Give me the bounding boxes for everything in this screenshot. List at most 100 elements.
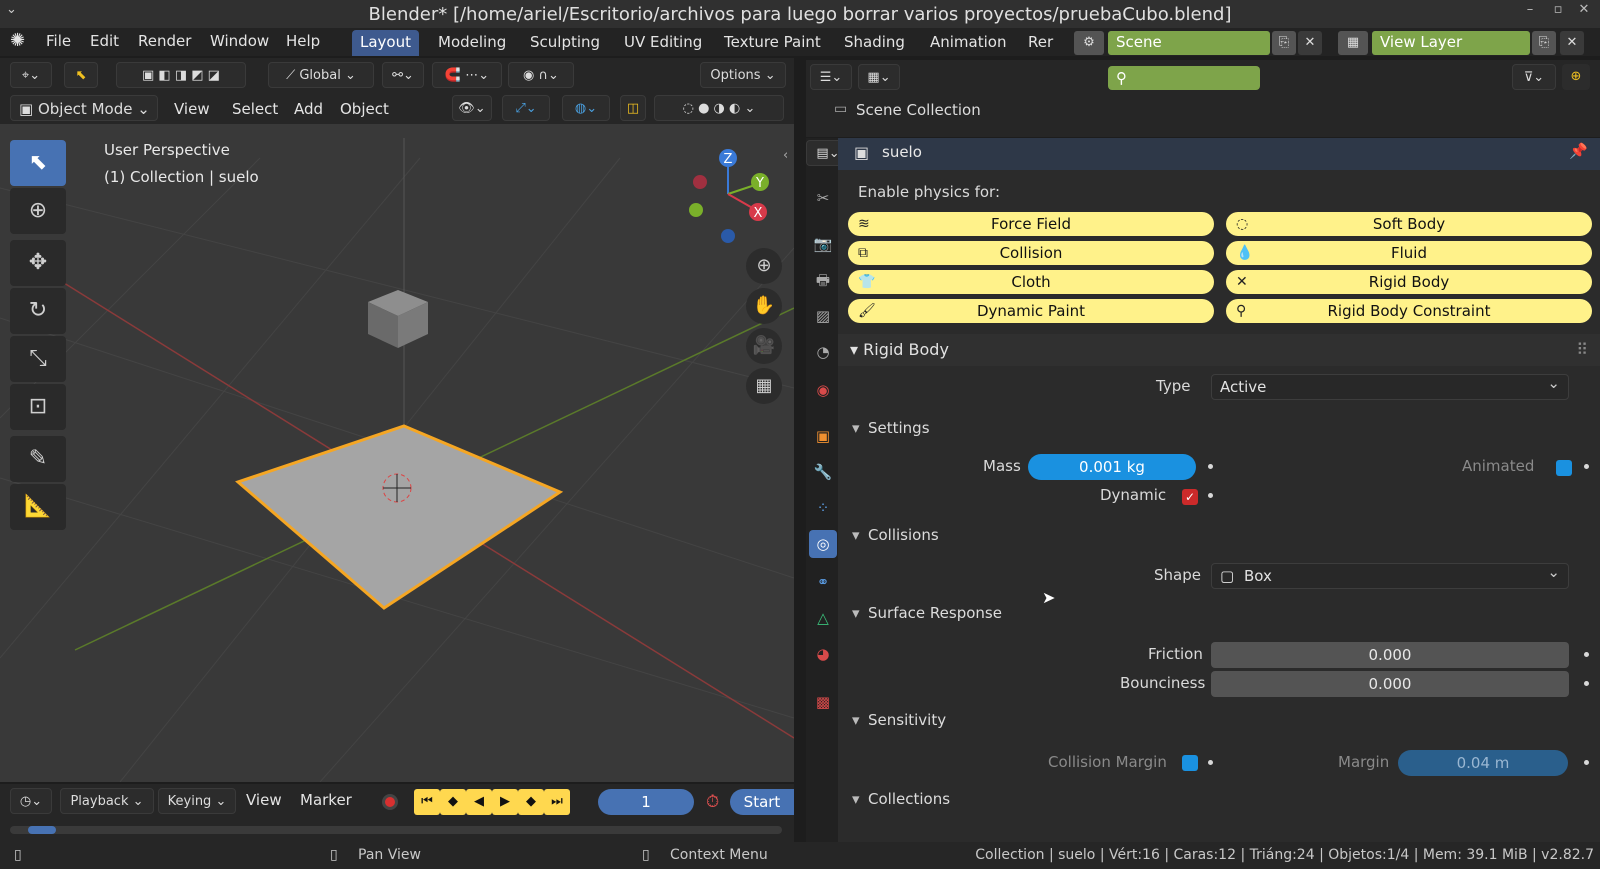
maximize-icon[interactable]: ▫	[1548, 2, 1568, 20]
sensitivity-subpanel-header[interactable]: Sensitivity	[838, 705, 1600, 735]
prev-keyframe-icon[interactable]: ◆	[440, 789, 466, 815]
viewport-menu-select[interactable]: Select	[232, 100, 278, 118]
overlays-toggle-icon[interactable]: ◍⌄	[562, 95, 610, 121]
blender-logo-icon[interactable]: ✺	[10, 30, 25, 51]
collision-button[interactable]: ⧉ Collision	[848, 241, 1214, 265]
modifier-properties-tab-icon[interactable]: 🔧	[809, 458, 837, 486]
view-layer-selector-icon[interactable]: ▦	[1338, 31, 1368, 55]
margin-field[interactable]: 0.04 m	[1398, 750, 1568, 776]
new-view-layer-icon[interactable]: ⎘	[1532, 31, 1556, 55]
fluid-button[interactable]: 💧 Fluid	[1226, 241, 1592, 265]
pin-icon[interactable]: 📌	[1569, 142, 1588, 160]
current-frame-field[interactable]: 1	[598, 789, 694, 815]
settings-subpanel-header[interactable]: Settings	[838, 413, 1600, 443]
keying-dropdown[interactable]: Keying ⌄	[158, 788, 236, 814]
transform-tool-icon[interactable]: ⊡	[10, 384, 66, 430]
timeline-menu-marker[interactable]: Marker	[300, 791, 352, 809]
snapping-icon[interactable]: 🧲 ⋯⌄	[432, 62, 502, 88]
tab-layout[interactable]: Layout	[352, 30, 419, 56]
menu-window[interactable]: Window	[210, 32, 269, 50]
sidebar-collapse-icon[interactable]: ‹	[783, 148, 788, 163]
tab-sculpting[interactable]: Sculpting	[522, 30, 608, 56]
filter-icon[interactable]: ⊽⌄	[1512, 64, 1556, 90]
measure-tool-icon[interactable]: 📐	[10, 484, 66, 530]
tab-uv-editing[interactable]: UV Editing	[616, 30, 710, 56]
timeline-menu-view[interactable]: View	[246, 791, 282, 809]
soft-body-button[interactable]: ◌ Soft Body	[1226, 212, 1592, 236]
new-collection-icon[interactable]: ⊕	[1562, 64, 1590, 90]
camera-view-icon[interactable]: 🎥	[746, 328, 782, 364]
remove-scene-icon[interactable]: ✕	[1298, 31, 1322, 55]
scene-collection-item[interactable]: Scene Collection	[856, 101, 981, 119]
material-tab-icon[interactable]: ◕	[809, 640, 837, 668]
texture-tab-icon[interactable]: ▩	[809, 688, 837, 716]
xray-toggle-icon[interactable]: ◫	[620, 95, 646, 121]
mode-dropdown[interactable]: ▣ Object Mode ⌄	[10, 95, 158, 121]
rigid-body-panel-header[interactable]: ▾ Rigid Body ⠿	[838, 334, 1600, 366]
output-properties-tab-icon[interactable]: 🖶	[809, 266, 837, 294]
new-scene-icon[interactable]: ⎘	[1272, 31, 1296, 55]
viewport-menu-add[interactable]: Add	[294, 100, 323, 118]
dynamic-checkbox[interactable]: ✓	[1182, 489, 1198, 505]
tab-texture-paint[interactable]: Texture Paint	[716, 30, 829, 56]
animated-checkbox[interactable]	[1556, 460, 1572, 476]
select-tool-icon[interactable]: ⬉	[64, 62, 98, 88]
scene-selector-icon[interactable]: ⚙	[1074, 31, 1104, 55]
physics-properties-tab-icon[interactable]: ◎	[809, 530, 837, 558]
playback-dropdown[interactable]: Playback ⌄	[60, 788, 154, 814]
viewport-menu-object[interactable]: Object	[340, 100, 389, 118]
pan-hand-icon[interactable]: ✋	[746, 288, 782, 324]
dynamic-paint-button[interactable]: 🖌 Dynamic Paint	[848, 299, 1214, 323]
close-icon[interactable]: ✕	[1574, 2, 1594, 20]
shading-modes-icon[interactable]: ◌ ● ◑ ◐ ⌄	[654, 95, 784, 121]
dynamic-keyframe-dot[interactable]	[1208, 493, 1213, 498]
start-frame-field[interactable]: Start	[730, 789, 794, 815]
friction-keyframe-dot[interactable]	[1584, 652, 1589, 657]
timeline-playhead[interactable]	[28, 826, 56, 834]
view-layer-name-field[interactable]: View Layer	[1372, 31, 1530, 55]
surface-response-subpanel-header[interactable]: Surface Response	[838, 598, 1600, 628]
move-tool-icon[interactable]: ✥	[10, 240, 66, 286]
transform-orientation-dropdown[interactable]: ⟋ Global ⌄	[268, 62, 374, 88]
next-keyframe-icon[interactable]: ◆	[518, 789, 544, 815]
menu-render[interactable]: Render	[138, 32, 191, 50]
3d-viewport[interactable]: ⌖⌄ ⬉ ▣ ◧ ◨ ◩ ◪ ⟋ Global ⌄ ⚯⌄ 🧲 ⋯⌄ ◉ ∩⌄ O…	[0, 58, 794, 782]
drag-handle-icon[interactable]: ⠿	[1576, 334, 1588, 366]
friction-field[interactable]: 0.000	[1211, 642, 1569, 668]
cloth-button[interactable]: 👕 Cloth	[848, 270, 1214, 294]
remove-view-layer-icon[interactable]: ✕	[1560, 31, 1584, 55]
timeline-editor-type-icon[interactable]: ◷⌄	[10, 788, 52, 814]
minimize-icon[interactable]: –	[1520, 2, 1540, 20]
tab-rendering[interactable]: Rer	[1020, 30, 1061, 56]
play-reverse-icon[interactable]: ◀	[466, 789, 492, 815]
collisions-subpanel-header[interactable]: Collisions	[838, 520, 1600, 550]
display-mode-icon[interactable]: ▦⌄	[858, 64, 900, 90]
tab-modeling[interactable]: Modeling	[430, 30, 514, 56]
object-properties-tab-icon[interactable]: ▣	[809, 422, 837, 450]
collision-margin-keyframe-dot[interactable]	[1208, 760, 1213, 765]
outliner-search-input[interactable]: ⚲	[1108, 66, 1260, 90]
jump-start-icon[interactable]: ⏮	[414, 789, 440, 815]
object-data-tab-icon[interactable]: △	[809, 604, 837, 632]
scene-name-field[interactable]: Scene	[1108, 31, 1270, 55]
type-dropdown[interactable]: Active	[1211, 371, 1569, 400]
viewport-menu-view[interactable]: View	[174, 100, 210, 118]
ortho-toggle-icon[interactable]: ▦	[746, 368, 782, 404]
outliner-editor-type-icon[interactable]: ☰⌄	[810, 64, 852, 90]
view-layer-tab-icon[interactable]: ▨	[809, 302, 837, 330]
record-button-icon[interactable]	[382, 794, 398, 810]
tab-shading[interactable]: Shading	[836, 30, 913, 56]
rotate-tool-icon[interactable]: ↻	[10, 288, 66, 334]
collections-subpanel-header[interactable]: Collections	[838, 784, 1600, 814]
margin-keyframe-dot[interactable]	[1584, 760, 1589, 765]
selection-modes[interactable]: ▣ ◧ ◨ ◩ ◪	[116, 62, 246, 88]
annotate-tool-icon[interactable]: ✎	[10, 436, 66, 482]
menu-help[interactable]: Help	[286, 32, 320, 50]
jump-end-icon[interactable]: ⏭	[544, 789, 570, 815]
options-dropdown[interactable]: Options ⌄	[700, 62, 786, 88]
editor-type-icon[interactable]: ⌖⌄	[10, 62, 52, 88]
mass-keyframe-dot[interactable]	[1208, 464, 1213, 469]
tab-animation[interactable]: Animation	[922, 30, 1014, 56]
tool-properties-tab-icon[interactable]: ✂	[809, 184, 837, 212]
play-icon[interactable]: ▶	[492, 789, 518, 815]
